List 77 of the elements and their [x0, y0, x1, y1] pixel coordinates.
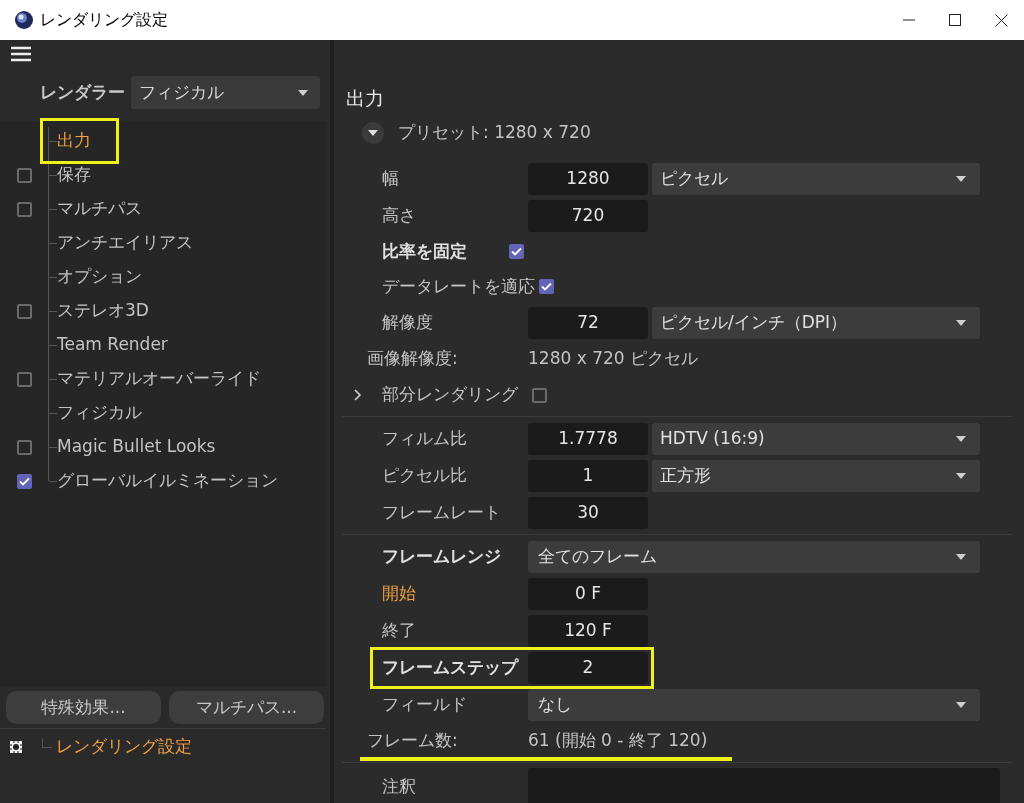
panel-title: 出力	[345, 86, 385, 111]
tree-item[interactable]: グローバルイルミネーション	[57, 468, 278, 494]
number-field[interactable]: 1280	[528, 162, 648, 195]
dropdown[interactable]: なし	[528, 688, 980, 721]
caret-icon	[956, 553, 966, 560]
field-label: 終了	[382, 618, 417, 642]
close-icon[interactable]	[994, 13, 1008, 27]
checkbox[interactable]	[16, 473, 32, 489]
tree-item[interactable]: 保存	[57, 162, 91, 188]
checkbox-label: データレートを適応	[382, 274, 535, 298]
checkbox[interactable]	[16, 201, 32, 217]
renderer-label: レンダラー	[40, 80, 125, 104]
checkbox[interactable]	[532, 387, 547, 403]
settings-icon	[10, 741, 22, 753]
field-label: 幅	[382, 166, 400, 190]
info-value: 61 (開始 0 - 終了 120)	[528, 729, 708, 753]
caret-icon	[298, 89, 308, 96]
expand-chevron-icon[interactable]	[354, 389, 362, 401]
info-label: フレーム数:	[367, 729, 459, 753]
tree-item[interactable]: オプション	[57, 264, 142, 290]
effect-button[interactable]: マルチパス...	[169, 691, 324, 724]
checkbox[interactable]	[16, 371, 32, 387]
number-field[interactable]: 72	[528, 306, 648, 339]
caret-icon	[956, 435, 966, 442]
dropdown[interactable]: ピクセル/インチ（DPI）	[652, 306, 980, 339]
number-field[interactable]: 1	[528, 459, 648, 492]
caret-icon	[368, 130, 378, 136]
dropdown[interactable]: HDTV (16:9)	[652, 422, 980, 455]
dropdown[interactable]: 正方形	[652, 459, 980, 492]
tree-item[interactable]: アンチエイリアス	[57, 230, 193, 256]
tree-item[interactable]: ステレオ3D	[57, 298, 149, 324]
field-label: 解像度	[382, 310, 434, 334]
effect-button[interactable]: 特殊効果...	[6, 691, 161, 724]
number-field[interactable]: 2	[528, 651, 648, 684]
caret-icon	[956, 701, 966, 708]
caret-icon	[956, 319, 966, 326]
preset-label: プリセット: 1280 x 720	[398, 121, 591, 145]
maximize-icon[interactable]	[949, 14, 961, 26]
tree-item[interactable]: Team Render	[57, 332, 168, 358]
settings-item[interactable]: レンダリング設定	[56, 734, 192, 760]
field-label: 開始	[382, 581, 417, 605]
tree-item[interactable]: 出力	[57, 128, 91, 154]
renderer-dropdown[interactable]: フィジカル	[131, 76, 320, 109]
number-field[interactable]: 30	[528, 496, 648, 529]
caret-icon	[956, 472, 966, 479]
checkbox[interactable]	[16, 303, 32, 319]
group-label: 部分レンダリング	[382, 383, 518, 407]
dropdown[interactable]: ピクセル	[652, 162, 980, 195]
checkbox[interactable]	[16, 439, 32, 455]
field-label: フレームレンジ	[382, 544, 502, 568]
sphere-logo-icon	[14, 10, 34, 30]
info-value: 1280 x 720 ピクセル	[528, 347, 698, 371]
checkbox-label: 比率を固定	[382, 239, 467, 263]
info-label: 画像解像度:	[367, 347, 459, 371]
number-field[interactable]: 0 F	[528, 577, 648, 610]
checkbox[interactable]	[16, 167, 32, 183]
field-label: ピクセル比	[382, 463, 468, 487]
tree-item[interactable]: マテリアルオーバーライド	[57, 366, 261, 392]
menu-icon[interactable]	[11, 46, 31, 62]
field-label: フィルム比	[382, 426, 468, 450]
number-field[interactable]: 1.7778	[528, 422, 648, 455]
field-label: フィールド	[382, 692, 468, 716]
checkbox[interactable]	[509, 244, 524, 259]
tree-item[interactable]: フィジカル	[57, 400, 142, 426]
dropdown[interactable]: 全てのフレーム	[528, 540, 980, 573]
tree-item[interactable]: Magic Bullet Looks	[57, 434, 216, 460]
preset-toggle[interactable]	[362, 122, 384, 144]
field-label: フレームステップ	[382, 655, 520, 679]
window-title: レンダリング設定	[40, 9, 168, 31]
caret-icon	[956, 175, 966, 182]
checkbox[interactable]	[539, 279, 554, 294]
field-label: 高さ	[382, 203, 417, 227]
number-field[interactable]: 120 F	[528, 614, 648, 647]
field-label: 注釈	[382, 775, 417, 798]
field-label: フレームレート	[382, 500, 502, 524]
number-field[interactable]: 720	[528, 199, 648, 232]
tree-item[interactable]: マルチパス	[57, 196, 142, 222]
